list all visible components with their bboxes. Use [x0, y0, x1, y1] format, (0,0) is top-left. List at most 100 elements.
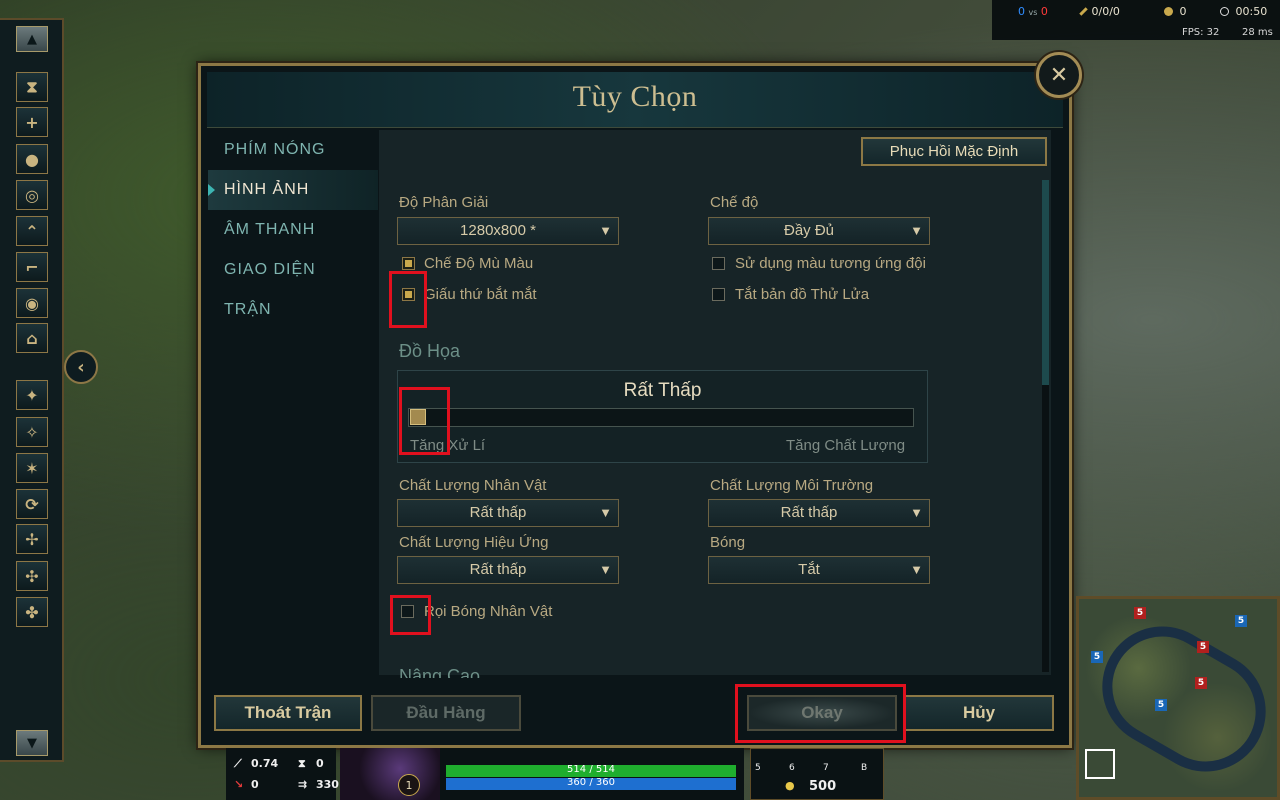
effects-quality-dropdown[interactable]: Rất thấp ▼ [397, 556, 619, 584]
hourglass-icon[interactable]: ⧗ [16, 72, 48, 102]
resolution-value: 1280x800 * [460, 222, 536, 239]
item-slot-6[interactable]: 6 [789, 763, 795, 773]
minimap[interactable]: 5 5 5 5 5 5 [1076, 596, 1280, 800]
cancel-button[interactable]: Hủy [904, 695, 1054, 731]
scroll-up-icon[interactable]: ▲ [16, 26, 48, 52]
blue-turret-icon: 5 [1235, 615, 1247, 627]
minion-icon [1164, 7, 1173, 16]
colorblind-checkbox[interactable] [402, 257, 415, 270]
time-value: 00:50 [1235, 5, 1268, 18]
spell-icon-2[interactable]: ✧ [16, 417, 48, 447]
gold-icon: ● [785, 779, 795, 792]
character-quality-label: Chất Lượng Nhân Vật [399, 477, 547, 494]
restore-defaults-button[interactable]: Phục Hồi Mặc Định [861, 137, 1047, 166]
effects-quality-value: Rất thấp [469, 561, 527, 578]
attack-speed-icon: ⟋ [234, 757, 242, 770]
environment-quality-dropdown[interactable]: Rất thấp ▼ [708, 499, 930, 527]
highlight-character-inking [390, 595, 431, 635]
recall-key[interactable]: B [861, 763, 867, 773]
cooldown-value: 0 [316, 757, 324, 770]
resolution-dropdown[interactable]: 1280x800 * ▼ [397, 217, 619, 245]
boot-icon[interactable]: ⌐ [16, 252, 48, 282]
spell-icon-3[interactable]: ✶ [16, 453, 48, 483]
house-icon[interactable]: ⌂ [16, 323, 48, 353]
shadows-label: Bóng [710, 534, 746, 551]
disable-hud-map-label: Tắt bản đồ Thử Lửa [735, 286, 870, 303]
kda-value: 0/0/0 [1091, 5, 1120, 18]
close-button[interactable]: ✕ [1036, 52, 1082, 98]
red-turret-icon: 5 [1197, 641, 1209, 653]
scroll-down-icon[interactable]: ▼ [16, 730, 48, 756]
spell-icon-1[interactable]: ✦ [16, 380, 48, 410]
plus-icon[interactable]: + [16, 107, 48, 137]
crit-icon: ↘ [234, 778, 244, 791]
top-score-bar: 0 vs 0 0/0/0 0 00:50 FPS: 32 28 ms [992, 0, 1280, 40]
graphics-section-heading: Đồ Họa [399, 341, 461, 361]
chevron-up-icon[interactable]: ⌃ [16, 216, 48, 246]
camera-view-box[interactable] [1085, 749, 1115, 779]
window-mode-value: Đầy Đủ [783, 222, 835, 239]
shadows-dropdown[interactable]: Tắt ▼ [708, 556, 930, 584]
coins-icon[interactable]: ◎ [16, 180, 48, 210]
dialog-header: Tùy Chọn [207, 72, 1063, 128]
nav-item-game[interactable]: TRẬN [208, 290, 378, 330]
character-inking-label: Rọi Bóng Nhân Vật [424, 603, 553, 620]
chevron-down-icon: ▼ [599, 223, 612, 238]
champion-portrait[interactable]: 1 [340, 748, 440, 800]
red-turret-icon: 5 [1195, 677, 1207, 689]
spell-icon-4[interactable]: ⟳ [16, 489, 48, 519]
clock-icon [1220, 7, 1229, 16]
window-mode-label: Chế độ [710, 194, 759, 211]
kda-stat: 0/0/0 [1079, 5, 1120, 18]
team-colors-label: Sử dụng màu tương ứng đội [735, 255, 926, 272]
target-icon[interactable]: ◉ [16, 288, 48, 318]
item-slot-7[interactable]: 7 [823, 763, 829, 773]
chevron-down-icon: ▼ [910, 505, 923, 520]
graphics-quality-slider[interactable] [408, 408, 914, 427]
nav-item-interface[interactable]: GIAO DIỆN [208, 250, 378, 290]
window-mode-dropdown[interactable]: Đầy Đủ ▼ [708, 217, 930, 245]
team-colors-checkbox[interactable] [712, 257, 725, 270]
character-quality-dropdown[interactable]: Rất thấp ▼ [397, 499, 619, 527]
environment-quality-label: Chất Lượng Môi Trường [710, 477, 874, 494]
environment-quality-value: Rất thấp [780, 504, 838, 521]
character-quality-value: Rất thấp [469, 504, 527, 521]
graphics-quality-level: Rất Thấp [623, 380, 702, 401]
highlight-okay-button [735, 684, 906, 743]
blue-turret-icon: 5 [1091, 651, 1103, 663]
shadows-value: Tắt [798, 561, 820, 578]
red-turret-icon: 5 [1134, 607, 1146, 619]
nav-item-sound[interactable]: ÂM THANH [208, 210, 378, 250]
effects-quality-label: Chất Lượng Hiệu Ứng [399, 534, 549, 551]
health-bar: 514 / 514 [446, 764, 736, 777]
spell-icon-5[interactable]: ✢ [16, 524, 48, 554]
cooldown-icon: ⧗ [298, 757, 306, 770]
collapse-panel-button[interactable]: ‹ [64, 350, 98, 384]
hide-eyecandy-label: Giấu thứ bắt mắt [424, 286, 537, 303]
spell-icon-7[interactable]: ✤ [16, 597, 48, 627]
attack-speed-value: 0.74 [251, 757, 279, 770]
slider-max-label: Tăng Chất Lượng [786, 437, 906, 454]
move-speed-icon: ⇉ [298, 778, 308, 791]
champion-level: 1 [398, 774, 420, 796]
nav-item-video[interactable]: HÌNH ẢNH [208, 170, 378, 210]
sword-icon [1079, 7, 1088, 16]
dialog-title: Tùy Chọn [572, 80, 698, 113]
scrollbar-thumb[interactable] [1042, 180, 1049, 385]
stats-panel: ⟋ 0.74 ⧗ 0 ↘ 0 ⇉ 330 [226, 748, 339, 800]
colorblind-label: Chế Độ Mù Màu [424, 255, 534, 272]
resource-bars: 514 / 514 360 / 360 [440, 748, 744, 800]
nav-item-hotkeys[interactable]: PHÍM NÓNG [208, 130, 378, 170]
surrender-button[interactable]: Đầu Hàng [371, 695, 521, 731]
droplet-icon[interactable]: ● [16, 144, 48, 174]
disable-hud-map-checkbox[interactable] [712, 288, 725, 301]
chevron-down-icon: ▼ [910, 562, 923, 577]
advanced-section-heading: Nâng Cao [399, 666, 481, 678]
fps-counter: FPS: 32 [1182, 27, 1220, 38]
item-slot-5[interactable]: 5 [755, 763, 761, 773]
exit-game-button[interactable]: Thoát Trận [214, 695, 362, 731]
spell-icon-6[interactable]: ✣ [16, 561, 48, 591]
chevron-down-icon: ▼ [910, 223, 923, 238]
cs-stat: 0 [1164, 5, 1187, 18]
ping-counter: 28 ms [1242, 27, 1273, 38]
